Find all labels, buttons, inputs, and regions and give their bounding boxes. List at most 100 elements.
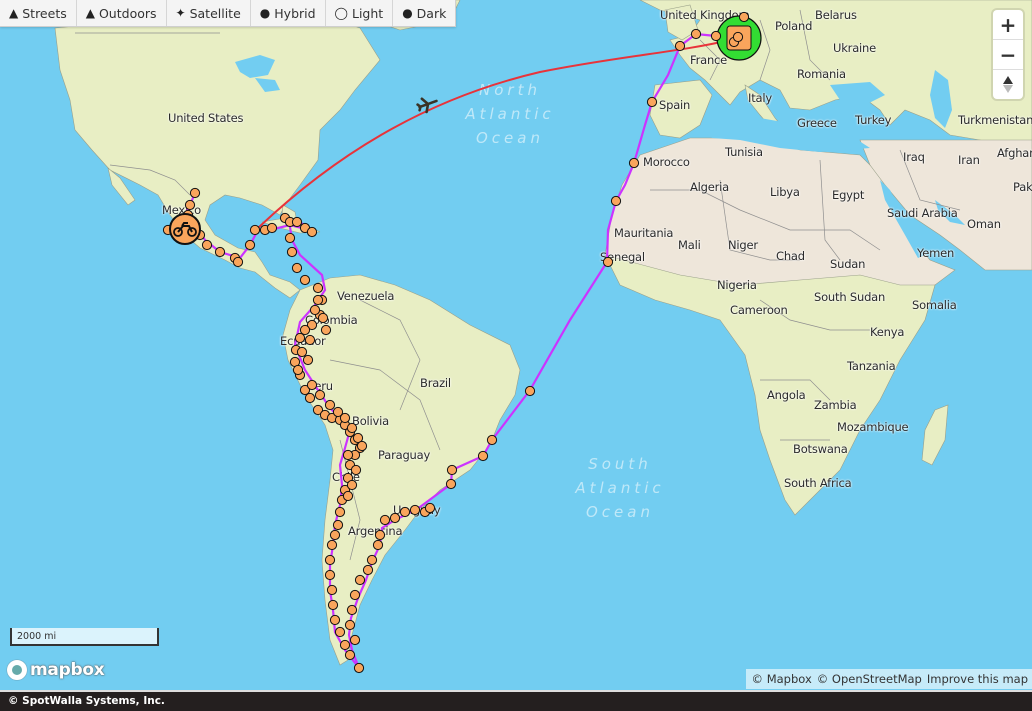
style-button-light[interactable]: ◯ Light <box>326 0 394 26</box>
waypoint-marker <box>291 216 303 228</box>
waypoint-marker <box>349 634 361 646</box>
map-style-switcher: ▲ Streets ▲ Outdoors ✦ Satellite ● Hybrid ◯ L… <box>0 0 457 27</box>
hybrid-icon: ● <box>259 6 271 20</box>
waypoint-marker <box>354 574 366 586</box>
waypoint-marker <box>362 564 374 576</box>
waypoint-marker <box>189 187 201 199</box>
waypoint-marker <box>710 30 722 42</box>
road-icon: ▲ <box>9 6 19 20</box>
waypoint-marker <box>366 554 378 566</box>
waypoint-marker <box>399 506 411 518</box>
waypoint-marker <box>602 256 614 268</box>
style-button-outdoors[interactable]: ▲ Outdoors <box>77 0 167 26</box>
waypoint-marker <box>339 412 351 424</box>
map-canvas[interactable]: North Atlantic Ocean South Atlantic Ocea… <box>0 0 1032 690</box>
waypoint-marker <box>342 449 354 461</box>
waypoint-marker <box>326 539 338 551</box>
satellite-icon: ✦ <box>175 6 186 20</box>
zoom-in-button[interactable]: + <box>993 10 1023 40</box>
scale-bar: 2000 mi <box>10 628 159 646</box>
waypoint-marker <box>304 392 316 404</box>
footer: © SpotWalla Systems, Inc. <box>0 690 1032 711</box>
improve-map-link[interactable]: Improve this map <box>927 672 1028 686</box>
zoom-out-button[interactable]: − <box>993 40 1023 70</box>
scale-label: 2000 mi <box>17 631 57 642</box>
waypoint-marker <box>344 619 356 631</box>
waypoint-marker <box>350 464 362 476</box>
waypoint-marker <box>332 519 344 531</box>
waypoint-marker <box>732 31 744 43</box>
waypoint-marker <box>339 639 351 651</box>
mapbox-logo-icon <box>7 660 27 680</box>
waypoint-marker <box>346 422 358 434</box>
minus-icon: − <box>999 42 1017 67</box>
waypoint-marker <box>292 364 304 376</box>
waypoint-marker <box>389 512 401 524</box>
copyright-text: © SpotWalla Systems, Inc. <box>8 695 165 707</box>
attribution: © Mapbox © OpenStreetMap Improve this ma… <box>745 669 1032 689</box>
waypoint-marker <box>327 599 339 611</box>
waypoint-marker <box>312 294 324 306</box>
compass-button[interactable] <box>993 70 1023 99</box>
waypoint-marker <box>349 589 361 601</box>
style-label: Satellite <box>189 5 241 21</box>
waypoint-marker <box>299 324 311 336</box>
airplane-icon <box>416 97 438 114</box>
waypoint-marker <box>314 389 326 401</box>
waypoint-marker <box>324 399 336 411</box>
attribution-osm-link[interactable]: © OpenStreetMap <box>817 672 922 686</box>
waypoint-marker <box>309 304 321 316</box>
waypoint-marker <box>201 239 213 251</box>
waypoint-marker <box>346 479 358 491</box>
waypoint-marker <box>374 529 386 541</box>
waypoint-marker <box>324 554 336 566</box>
waypoint-marker <box>738 11 750 23</box>
zoom-control: + − <box>993 10 1023 99</box>
style-button-dark[interactable]: ● Dark <box>393 0 455 26</box>
waypoint-marker <box>353 662 365 674</box>
plus-icon: + <box>999 12 1017 37</box>
style-label: Light <box>351 5 384 21</box>
waypoint-marker <box>284 232 296 244</box>
waypoint-marker <box>296 346 308 358</box>
waypoint-marker <box>249 224 261 236</box>
waypoint-marker <box>524 385 536 397</box>
waypoint-marker <box>610 195 622 207</box>
waypoint-marker <box>302 354 314 366</box>
waypoint-marker <box>334 506 346 518</box>
waypoint-marker <box>674 40 686 52</box>
waypoint-marker <box>329 614 341 626</box>
compass-icon <box>1003 76 1013 93</box>
waypoint-marker <box>342 490 354 502</box>
waypoint-marker <box>320 324 332 336</box>
waypoint-marker <box>372 539 384 551</box>
style-label: Streets <box>22 5 67 21</box>
waypoint-marker <box>346 604 358 616</box>
waypoint-marker <box>424 502 436 514</box>
waypoint-marker <box>304 334 316 346</box>
waypoint-marker <box>690 28 702 40</box>
waypoint-marker <box>214 246 226 258</box>
waypoint-marker <box>334 626 346 638</box>
waypoint-marker <box>244 239 256 251</box>
track-overlay <box>162 11 762 674</box>
waypoint-marker <box>329 529 341 541</box>
waypoint-marker <box>326 584 338 596</box>
waypoint-marker <box>299 274 311 286</box>
mountain-icon: ▲ <box>85 6 95 20</box>
waypoint-marker <box>445 478 457 490</box>
waypoint-marker <box>184 199 196 211</box>
mapbox-logo[interactable]: mapbox <box>7 660 105 680</box>
ground-track-line <box>164 32 728 669</box>
style-button-streets[interactable]: ▲ Streets <box>0 0 77 26</box>
dark-bulb-icon: ● <box>402 6 413 20</box>
style-button-hybrid[interactable]: ● Hybrid <box>251 0 326 26</box>
waypoint-marker <box>477 450 489 462</box>
style-label: Dark <box>416 5 447 21</box>
waypoint-marker <box>646 96 658 108</box>
waypoint-marker <box>294 332 306 344</box>
attribution-mapbox-link[interactable]: © Mapbox <box>752 672 812 686</box>
waypoint-marker <box>324 569 336 581</box>
style-button-satellite[interactable]: ✦ Satellite <box>167 0 251 26</box>
waypoint-marker <box>232 256 244 268</box>
